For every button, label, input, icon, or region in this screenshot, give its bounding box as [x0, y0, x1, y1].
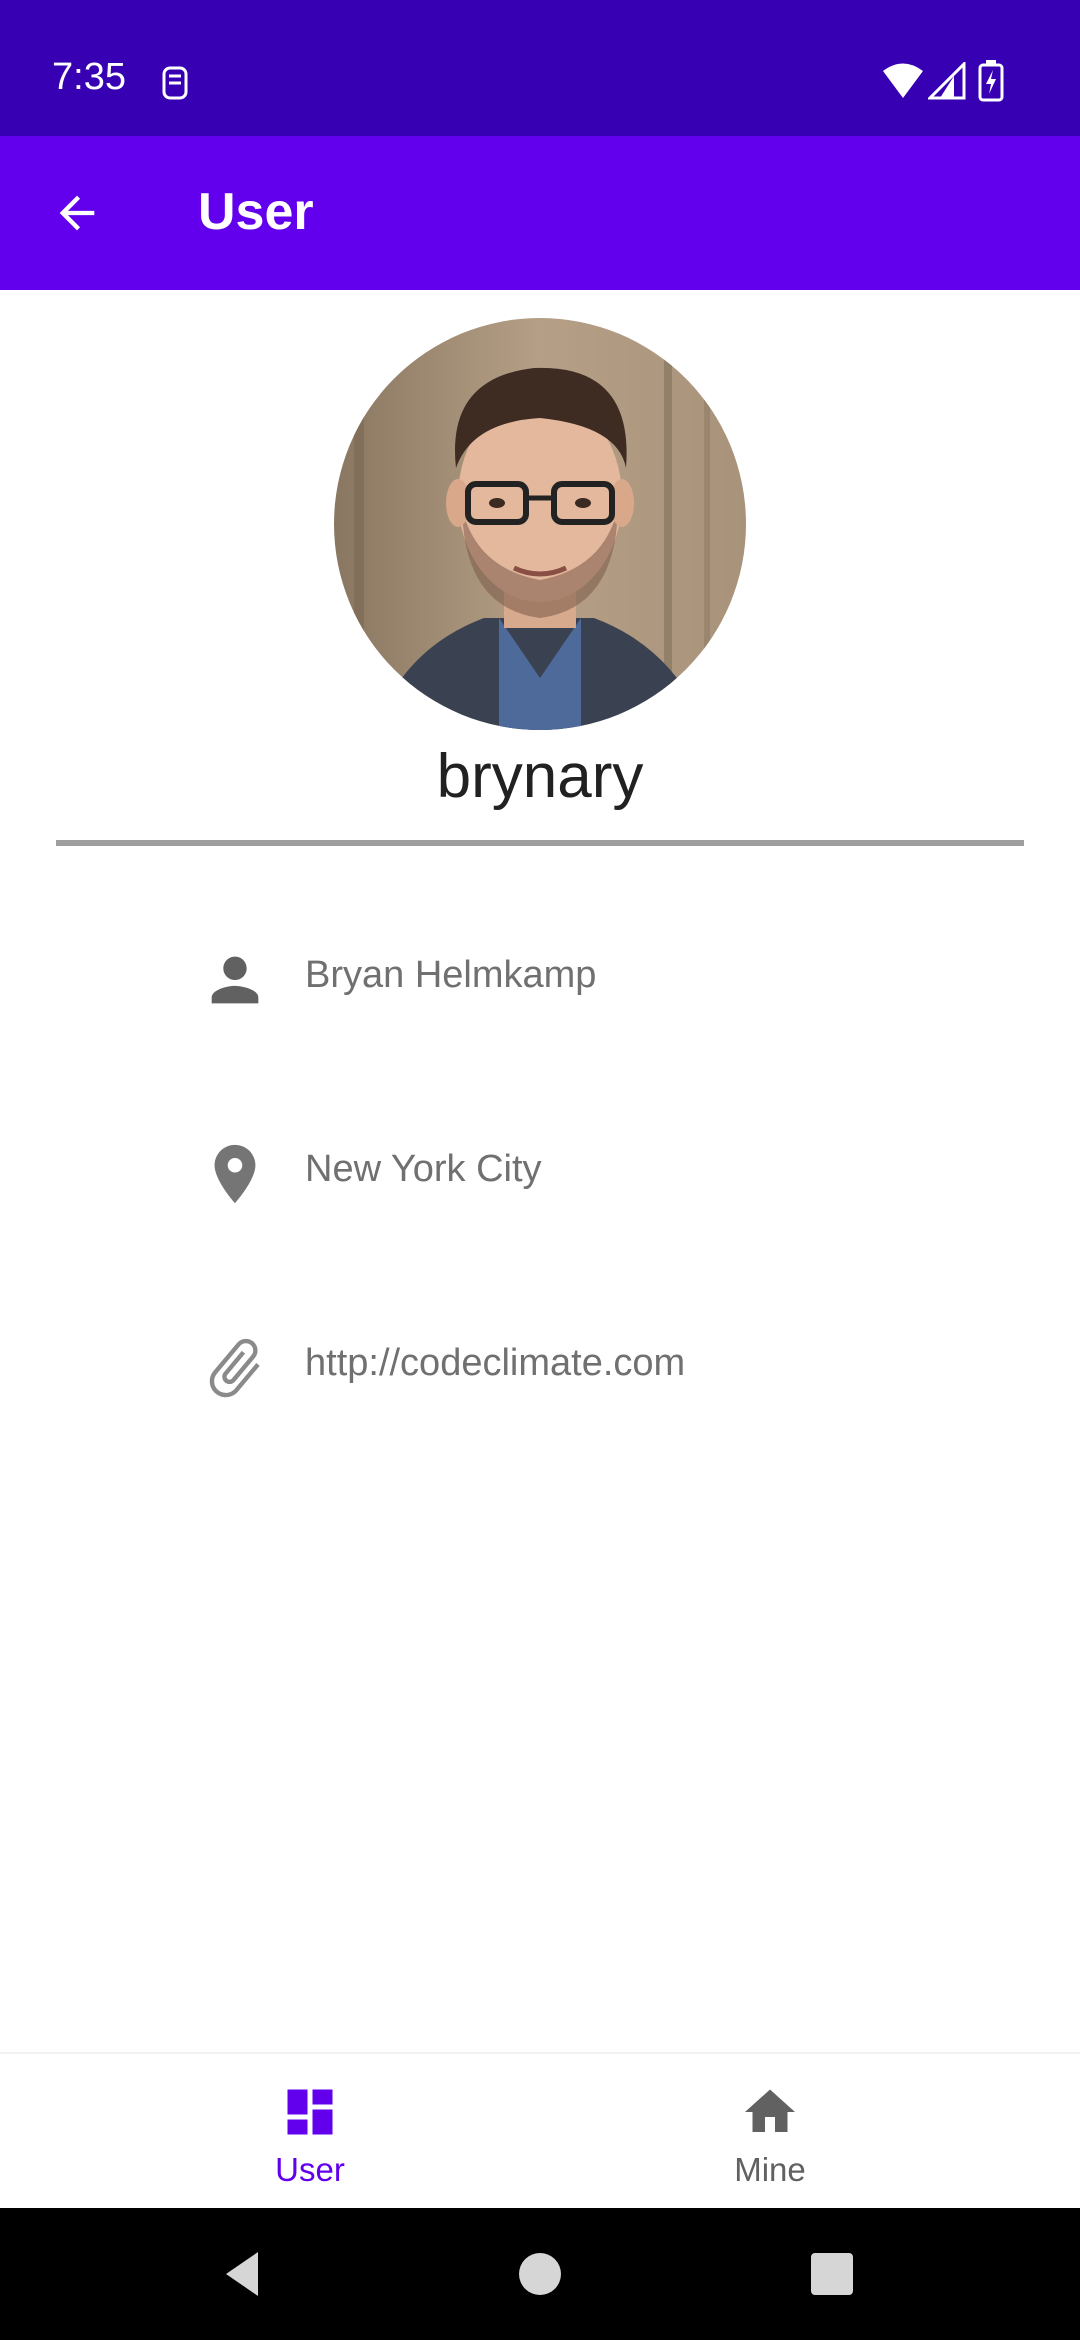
location-text: New York City [305, 1148, 542, 1190]
app-bar: User [0, 136, 1080, 290]
info-row-website[interactable]: http://codeclimate.com [0, 1313, 1080, 1413]
username: brynary [436, 742, 644, 811]
avatar [334, 318, 746, 730]
bottom-navigation: User Mine [0, 2052, 1080, 2208]
full-name-text: Bryan Helmkamp [305, 954, 597, 996]
home-icon [745, 2089, 795, 2132]
page-title: User [198, 183, 314, 241]
system-back-icon[interactable] [214, 2244, 274, 2304]
dashboard-icon [287, 2089, 333, 2135]
avatar-image [334, 318, 746, 730]
location-pin-icon [214, 1144, 256, 1204]
nav-label-user: User [275, 2151, 345, 2188]
back-button[interactable] [40, 176, 114, 250]
system-home-icon[interactable] [510, 2244, 570, 2304]
status-bar: 7:35 [0, 0, 1080, 136]
arrow-back-icon [59, 195, 95, 231]
person-icon [211, 956, 259, 1004]
nav-label-mine: Mine [734, 2151, 806, 2188]
system-recents-icon[interactable] [802, 2244, 862, 2304]
sim-icon [162, 66, 188, 100]
paperclip-icon [209, 1338, 260, 1398]
status-time: 7:35 [52, 56, 126, 98]
info-row-name: Bryan Helmkamp [0, 925, 1080, 1025]
nav-item-user[interactable]: User [40, 2054, 580, 2210]
website-link[interactable]: http://codeclimate.com [305, 1341, 685, 1387]
battery-charging-icon [978, 60, 1004, 102]
system-navigation-bar [0, 2208, 1080, 2340]
divider [56, 840, 1024, 846]
wifi-icon [883, 63, 923, 98]
nav-item-mine[interactable]: Mine [500, 2054, 1040, 2210]
info-row-location: New York City [0, 1119, 1080, 1219]
signal-icon [928, 62, 966, 100]
